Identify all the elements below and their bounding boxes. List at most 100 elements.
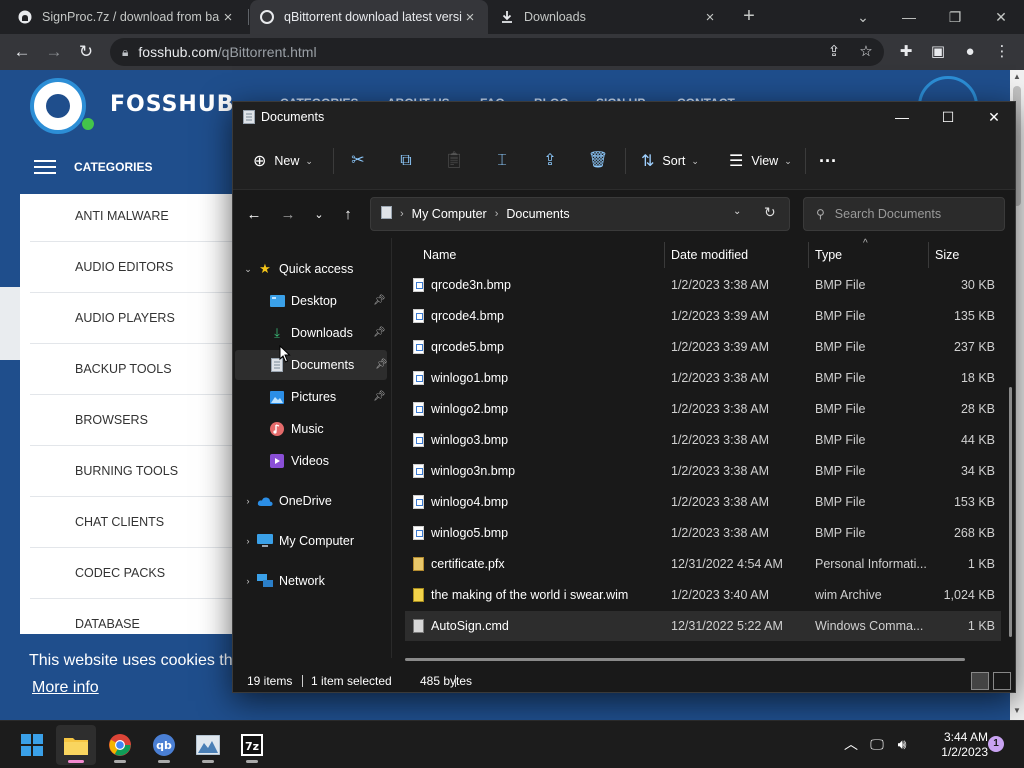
share-icon[interactable]: ⇪ xyxy=(822,40,846,64)
nav-network[interactable]: › Network xyxy=(239,566,391,596)
close-tab-icon[interactable]: × xyxy=(462,9,478,26)
column-size[interactable]: Size xyxy=(935,248,959,262)
menu-kebab-icon[interactable]: ⋮ xyxy=(990,40,1014,64)
file-row[interactable]: winlogo1.bmp 1/2/2023 3:38 AM BMP File 18 K… xyxy=(405,363,1001,393)
file-row[interactable]: winlogo3n.bmp 1/2/2023 3:38 AM BMP File 34 … xyxy=(405,456,1001,486)
view-button[interactable]: ☰ View ⌄ xyxy=(729,149,792,173)
qbittorrent-icon[interactable]: qb xyxy=(144,725,184,765)
column-divider[interactable] xyxy=(664,242,665,268)
browser-tab-active[interactable]: qBittorrent download latest versi × xyxy=(250,0,488,34)
nav-music[interactable]: Music xyxy=(251,414,387,444)
category-item[interactable]: AUDIO PLAYERS xyxy=(30,293,232,344)
address-dropdown-icon[interactable]: ⌄ xyxy=(733,206,741,217)
column-divider[interactable] xyxy=(808,242,809,268)
nav-pictures[interactable]: Pictures 📌︎ xyxy=(251,382,387,412)
file-row[interactable]: qrcode5.bmp 1/2/2023 3:39 AM BMP File 237 K… xyxy=(405,332,1001,362)
file-row[interactable]: qrcode4.bmp 1/2/2023 3:39 AM BMP File 135 K… xyxy=(405,301,1001,331)
chrome-icon[interactable] xyxy=(100,725,140,765)
scroll-down-icon[interactable]: ▼ xyxy=(1010,704,1024,718)
file-list-horizontal-scrollbar[interactable] xyxy=(405,658,965,661)
rename-icon[interactable]: ⌶ xyxy=(490,149,514,173)
scroll-up-icon[interactable]: ▲ xyxy=(1010,70,1024,84)
category-item[interactable]: CODEC PACKS xyxy=(30,548,232,599)
sort-button[interactable]: ⇅ Sort ⌄ xyxy=(641,149,699,173)
nav-desktop[interactable]: Desktop 📌︎ xyxy=(251,286,387,316)
minimize-icon[interactable]: — xyxy=(886,0,932,34)
search-input[interactable]: ⚲ Search Documents xyxy=(803,197,1005,231)
show-hidden-icons-icon[interactable]: ︿ xyxy=(842,735,860,753)
pin-icon[interactable]: 📌︎ xyxy=(373,327,386,338)
new-tab-icon[interactable]: + xyxy=(737,5,761,29)
delete-icon[interactable]: 🗑︎ xyxy=(586,149,610,173)
network-status-icon[interactable]: 🖵︎ xyxy=(868,735,886,753)
back-icon[interactable]: ← xyxy=(10,40,34,64)
column-divider[interactable] xyxy=(928,242,929,268)
details-view-icon[interactable] xyxy=(971,672,989,690)
paste-icon[interactable]: 📋︎ xyxy=(442,149,466,173)
column-type[interactable]: Type xyxy=(815,248,842,262)
image-viewer-icon[interactable] xyxy=(188,725,228,765)
category-item[interactable]: ANTI MALWARE xyxy=(30,191,232,242)
tab-search-icon[interactable]: ⌄ xyxy=(840,0,886,34)
fosshub-logo-icon[interactable] xyxy=(30,78,86,134)
category-item[interactable]: AUDIO EDITORS xyxy=(30,242,232,293)
file-row[interactable]: winlogo2.bmp 1/2/2023 3:38 AM BMP File 28 K… xyxy=(405,394,1001,424)
pin-icon[interactable]: 📌︎ xyxy=(375,359,388,370)
category-item[interactable]: BROWSERS xyxy=(30,395,232,446)
cut-icon[interactable]: ✂ xyxy=(346,149,370,173)
nav-downloads[interactable]: ⤓ Downloads 📌︎ xyxy=(251,318,387,348)
start-icon[interactable] xyxy=(12,725,52,765)
forward-icon[interactable]: → xyxy=(277,204,299,226)
file-row[interactable]: winlogo4.bmp 1/2/2023 3:38 AM BMP File 153 … xyxy=(405,487,1001,517)
chevron-right-icon[interactable]: › xyxy=(239,536,257,546)
cookie-more-info-link[interactable]: More info xyxy=(32,679,99,697)
file-row[interactable]: qrcode3n.bmp 1/2/2023 3:38 AM BMP File 30 K… xyxy=(405,270,1001,300)
tiles-view-icon[interactable] xyxy=(993,672,1011,690)
bookmark-star-icon[interactable]: ☆ xyxy=(854,40,878,64)
chevron-down-icon[interactable]: ⌄ xyxy=(239,264,257,275)
back-icon[interactable]: ← xyxy=(243,204,265,226)
pin-icon[interactable]: 📌︎ xyxy=(373,391,386,402)
nav-my-computer[interactable]: › My Computer xyxy=(239,526,391,556)
extensions-icon[interactable]: ✚ xyxy=(894,40,918,64)
maximize-icon[interactable]: ☐ xyxy=(925,102,971,132)
file-explorer-icon[interactable] xyxy=(56,725,96,765)
new-button[interactable]: ⊕ New ⌄ xyxy=(253,149,313,173)
file-row[interactable]: AutoSign.cmd 12/31/2022 5:22 AM Windows Co… xyxy=(405,611,1001,641)
chevron-right-icon[interactable]: › xyxy=(239,496,257,506)
restore-icon[interactable]: ❐ xyxy=(932,0,978,34)
side-panel-icon[interactable]: ▣ xyxy=(926,40,950,64)
reload-icon[interactable]: ↻ xyxy=(74,40,98,64)
category-item[interactable]: BURNING TOOLS xyxy=(30,446,232,497)
address-bar[interactable]: 🔒︎ fosshub.com/qBittorrent.html xyxy=(110,38,884,66)
nav-videos[interactable]: Videos xyxy=(251,446,387,476)
column-date[interactable]: Date modified xyxy=(671,248,748,262)
file-row[interactable]: the making of the world i swear.wim 1/2/2… xyxy=(405,580,1001,610)
categories-header[interactable]: CATEGORIES xyxy=(20,140,232,194)
close-tab-icon[interactable]: × xyxy=(702,9,718,26)
minimize-icon[interactable]: — xyxy=(879,102,925,132)
nav-quick-access[interactable]: ⌄ ★ Quick access xyxy=(239,254,391,284)
share-icon[interactable]: ⇪ xyxy=(538,149,562,173)
close-window-icon[interactable]: ✕ xyxy=(978,0,1024,34)
breadcrumb-my-computer[interactable]: My Computer xyxy=(412,207,487,221)
volume-icon[interactable]: 🔊︎ xyxy=(893,735,911,753)
notification-badge[interactable]: 1 xyxy=(988,736,1004,752)
file-row[interactable]: winlogo5.bmp 1/2/2023 3:38 AM BMP File 268 … xyxy=(405,518,1001,548)
refresh-icon[interactable]: ↻ xyxy=(764,204,776,221)
file-list-scrollbar[interactable] xyxy=(1009,387,1012,637)
nav-documents[interactable]: Documents 📌︎ xyxy=(235,350,388,380)
7zip-icon[interactable]: 7z xyxy=(232,725,272,765)
nav-onedrive[interactable]: › OneDrive xyxy=(239,486,391,516)
more-options-icon[interactable]: ··· xyxy=(819,149,837,173)
browser-tab[interactable]: SignProc.7z / download from ba × xyxy=(8,0,246,34)
explorer-title-bar[interactable]: Documents — ☐ ✕ xyxy=(233,102,1015,132)
file-row[interactable]: winlogo3.bmp 1/2/2023 3:38 AM BMP File 44 K… xyxy=(405,425,1001,455)
pin-icon[interactable]: 📌︎ xyxy=(373,295,386,306)
pane-divider[interactable] xyxy=(391,238,392,658)
recent-locations-icon[interactable]: ⌄ xyxy=(308,204,330,226)
category-item[interactable]: CHAT CLIENTS xyxy=(30,497,232,548)
column-name[interactable]: Name xyxy=(423,248,456,262)
profile-icon[interactable]: ● xyxy=(958,40,982,64)
chevron-right-icon[interactable]: › xyxy=(239,576,257,586)
